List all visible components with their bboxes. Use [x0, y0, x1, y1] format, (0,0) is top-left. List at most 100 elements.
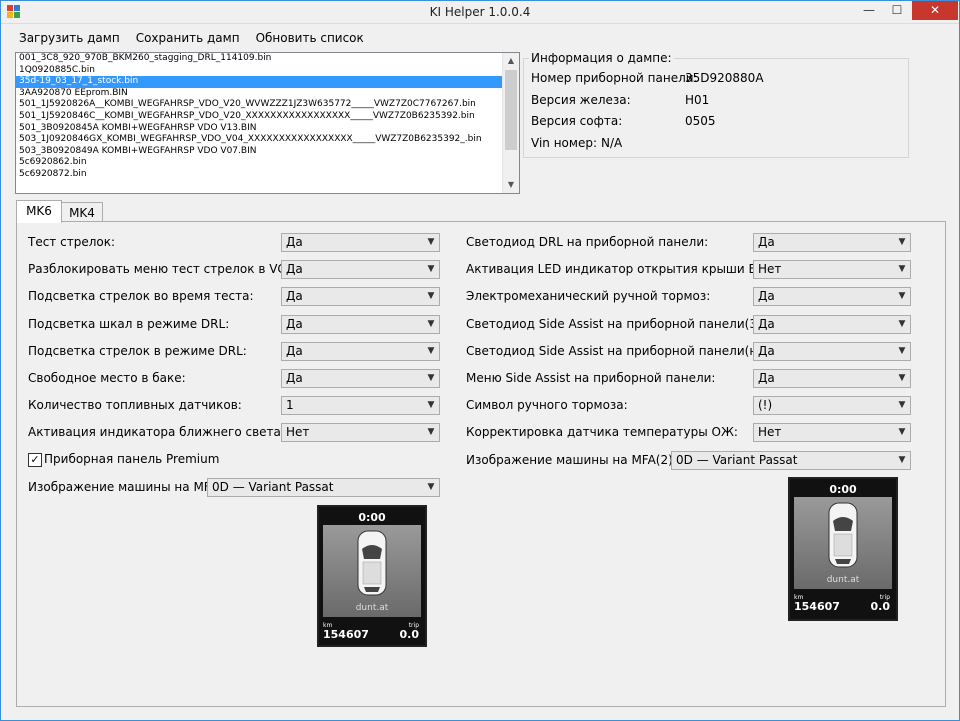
- chevron-down-icon: ▼: [898, 237, 906, 247]
- menu-save-dump[interactable]: Сохранить дамп: [128, 29, 248, 47]
- right-option-select-value-2: Да: [758, 289, 775, 304]
- maximize-button[interactable]: ☐: [884, 1, 910, 20]
- file-list-item[interactable]: 503_1J0920846GX_KOMBI_WEGFAHRSP_VDO_V04_…: [16, 134, 519, 146]
- left-option-label-1: Разблокировать меню тест стрелок в VCDS:: [28, 262, 307, 277]
- scroll-thumb[interactable]: [505, 70, 517, 150]
- panel-number-value: 35D920880A: [685, 71, 764, 85]
- right-option-label-6: Символ ручного тормоза:: [466, 398, 628, 413]
- mfa-select[interactable]: 0D — Variant Passat ▼: [207, 478, 440, 497]
- title-bar[interactable]: KI Helper 1.0.0.4 — ☐ ✕: [1, 1, 959, 24]
- right-option-select-1[interactable]: Нет ▼: [753, 260, 911, 280]
- right-option-select-0[interactable]: Да ▼: [753, 233, 911, 252]
- mfa2-label: Изображение машины на MFA(2):: [466, 453, 677, 467]
- right-option-label-3: Светодиод Side Assist на приборной панел…: [466, 316, 775, 331]
- scroll-down-icon[interactable]: ▼: [503, 177, 519, 193]
- left-option-label-4: Подсветка стрелок в режиме DRL:: [28, 343, 247, 358]
- mfa2-select[interactable]: 0D — Variant Passat ▼: [671, 451, 911, 470]
- chevron-down-icon: ▼: [427, 482, 435, 492]
- right-option-select-value-3: Да: [758, 316, 775, 331]
- scroll-up-icon[interactable]: ▲: [503, 53, 519, 69]
- right-option-label-4: Светодиод Side Assist на приборной панел…: [466, 343, 794, 358]
- left-option-select-6[interactable]: 1 ▼: [281, 396, 440, 416]
- tab-mk6[interactable]: MK6: [16, 200, 62, 223]
- tab-mk4[interactable]: MK4: [61, 202, 103, 223]
- file-list-item[interactable]: 35d-19_03_17_1_stock.bin: [16, 76, 519, 88]
- left-option-select-value-1: Да: [286, 262, 303, 277]
- file-list-item[interactable]: 5c6920872.bin: [16, 169, 519, 181]
- minimize-button[interactable]: —: [856, 1, 882, 20]
- left-option-label-3: Подсветка шкал в режиме DRL:: [28, 316, 230, 331]
- mfa-label: Изображение машины на MFA:: [28, 480, 222, 494]
- right-option-select-6[interactable]: (!) ▼: [753, 396, 911, 416]
- right-option-label-0: Светодиод DRL на приборной панели:: [466, 235, 709, 249]
- file-list-scrollbar[interactable]: ▲ ▼: [502, 53, 519, 193]
- cluster-trip: 0.0: [399, 628, 420, 641]
- premium-label: Приборная панель Premium: [44, 452, 220, 466]
- file-list-item[interactable]: 501_1J5920826A__KOMBI_WEGFAHRSP_VDO_V20_…: [16, 99, 519, 111]
- dump-info-legend: Информация о дампе:: [529, 51, 674, 65]
- right-option-select-7[interactable]: Нет ▼: [753, 423, 911, 443]
- cluster-trip: 0.0: [870, 600, 891, 613]
- file-list-item[interactable]: 3AA920870 EEprom.BIN: [16, 88, 519, 100]
- left-option-select-2[interactable]: Да ▼: [281, 287, 440, 307]
- window-title: KI Helper 1.0.0.4: [429, 5, 531, 19]
- chevron-down-icon: ▼: [427, 373, 435, 383]
- cluster-time: 0:00: [829, 483, 857, 496]
- hardware-version-label: Версия железа:: [531, 93, 631, 107]
- right-option-select-4[interactable]: Да ▼: [753, 341, 911, 361]
- left-option-label-6: Количество топливных датчиков:: [28, 398, 242, 413]
- software-version-value: 0505: [685, 114, 716, 128]
- right-option-select-3[interactable]: Да ▼: [753, 314, 911, 334]
- file-list-item[interactable]: 1Q0920885C.bin: [16, 65, 519, 77]
- right-option-label-5: Меню Side Assist на приборной панели:: [466, 371, 716, 385]
- chevron-down-icon: ▼: [427, 237, 435, 247]
- vin-label: Vin номер:: [531, 136, 597, 150]
- panel-number-label: Номер приборной панели:: [531, 71, 698, 85]
- left-option-select-3[interactable]: Да ▼: [281, 314, 440, 334]
- chevron-down-icon: ▼: [898, 427, 906, 438]
- left-option-select-1[interactable]: Да ▼: [281, 260, 440, 280]
- chevron-down-icon: ▼: [898, 373, 906, 383]
- file-list-item[interactable]: 501_3B0920845A KOMBI+WEGFAHRSP VDO V13.B…: [16, 123, 519, 135]
- left-option-label-7: Активация индикатора ближнего света:: [28, 425, 285, 440]
- right-option-select-2[interactable]: Да ▼: [753, 287, 911, 307]
- left-option-label-0: Тест стрелок:: [28, 235, 116, 249]
- cluster-odometer: 154607: [794, 600, 840, 613]
- chevron-down-icon: ▼: [898, 264, 906, 275]
- right-option-label-7: Корректировка датчика температуры ОЖ:: [466, 425, 738, 440]
- right-option-select-value-6: (!): [758, 398, 773, 413]
- right-option-select-value-5: Да: [758, 371, 775, 385]
- right-option-label-1: Активация LED индикатор открытия крыши E…: [466, 262, 778, 277]
- file-list-item[interactable]: 5c6920862.bin: [16, 157, 519, 169]
- chevron-down-icon: ▼: [898, 345, 906, 356]
- chevron-down-icon: ▼: [427, 264, 435, 275]
- right-option-select-5[interactable]: Да ▼: [753, 369, 911, 388]
- chevron-down-icon: ▼: [427, 400, 435, 411]
- file-list-item[interactable]: 503_3B0920849A KOMBI+WEGFAHRSP VDO V07.B…: [16, 146, 519, 158]
- menu-load-dump[interactable]: Загрузить дамп: [11, 29, 128, 47]
- chevron-down-icon: ▼: [427, 318, 435, 329]
- file-list[interactable]: 001_3C8_920_970B_BKM260_stagging_DRL_114…: [15, 52, 520, 194]
- cluster-preview-right: 0:00 dunt.at km trip 154607 0.0: [788, 477, 898, 621]
- menu-bar: Загрузить дамп Сохранить дамп Обновить с…: [11, 29, 372, 47]
- chevron-down-icon: ▼: [427, 427, 435, 438]
- left-option-select-0[interactable]: Да ▼: [281, 233, 440, 252]
- vin-value: N/A: [601, 136, 623, 150]
- premium-checkbox[interactable]: ✓: [28, 453, 42, 467]
- cluster-watermark: dunt.at: [355, 603, 389, 613]
- left-option-select-value-4: Да: [286, 343, 303, 358]
- left-option-select-5[interactable]: Да ▼: [281, 369, 440, 388]
- left-option-select-value-6: 1: [286, 398, 294, 413]
- right-option-select-value-0: Да: [758, 235, 775, 249]
- car-top-view-icon: [357, 530, 387, 596]
- menu-refresh-list[interactable]: Обновить список: [248, 29, 372, 47]
- left-option-select-4[interactable]: Да ▼: [281, 341, 440, 361]
- file-list-item[interactable]: 001_3C8_920_970B_BKM260_stagging_DRL_114…: [16, 53, 519, 65]
- mfa2-select-value: 0D — Variant Passat: [676, 453, 798, 467]
- right-option-select-value-7: Нет: [758, 425, 782, 440]
- file-list-item[interactable]: 501_1J5920846C__KOMBI_WEGFAHRSP_VDO_V20_…: [16, 111, 519, 123]
- close-button[interactable]: ✕: [912, 1, 958, 20]
- mfa-select-value: 0D — Variant Passat: [212, 480, 334, 494]
- left-option-select-7[interactable]: Нет ▼: [281, 423, 440, 443]
- right-option-select-value-4: Да: [758, 343, 775, 358]
